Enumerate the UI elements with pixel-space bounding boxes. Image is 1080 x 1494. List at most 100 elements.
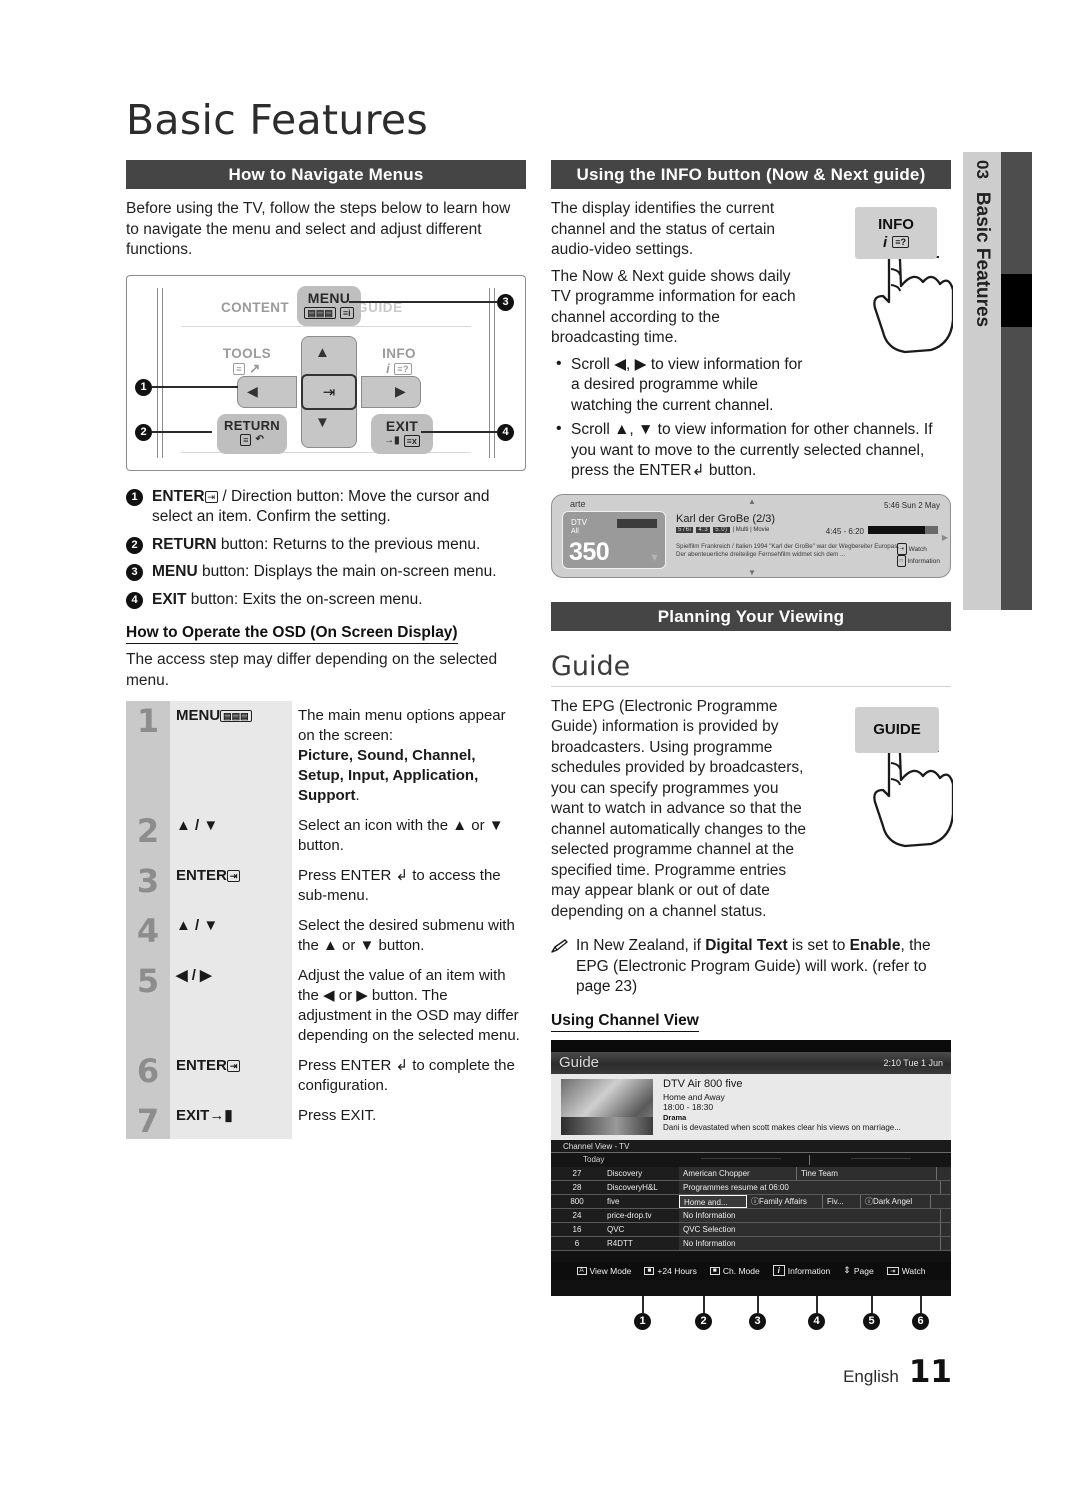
programme-cell[interactable]: Programmes resume at 06:00 (679, 1180, 941, 1194)
row-programmes: No Information (679, 1208, 951, 1223)
page-title: Basic Features (126, 96, 429, 144)
banner-right-arrow-icon: ▶ (941, 532, 948, 542)
key-list-number: 4 (126, 591, 143, 609)
return-list-icon: ≡ (240, 433, 252, 446)
banner-channel-bar (617, 518, 657, 528)
footer-key-label: Watch (901, 1265, 926, 1276)
footer-key-label: Page (853, 1265, 874, 1276)
navigate-menus-intro: Before using the TV, follow the steps be… (126, 200, 511, 258)
information-key-icon: i (772, 1265, 785, 1276)
table-row[interactable]: 16 QVC QVC Selection (551, 1222, 951, 1237)
step-desc: Select the desired submenu with the ▲ or… (292, 911, 526, 961)
footer-key-label: Information (787, 1265, 831, 1276)
step-desc-text: The main menu options appear on the scre… (298, 707, 506, 744)
footer-key-24-hours[interactable]: ■ +24 Hours (644, 1265, 697, 1276)
banner-key-watch: Watch (908, 545, 927, 553)
table-row: 6 ENTER ⇥ Press ENTER ↲ to complete the c… (126, 1051, 526, 1101)
footer-key-page[interactable]: ⇕ Page (843, 1265, 873, 1276)
programme-cell[interactable]: Tine Team (797, 1166, 937, 1180)
table-row[interactable]: 27 Discovery American Chopper Tine Team (551, 1166, 951, 1181)
list-item: Scroll ◀, ▶ to view information for a de… (551, 354, 813, 417)
programme-cell[interactable]: No Information (679, 1236, 941, 1250)
banner-tag: 4:3 (696, 526, 711, 533)
step-number: 7 (126, 1101, 170, 1139)
programme-cell[interactable]: No Information (679, 1208, 941, 1222)
dpad-left-arrow-icon: ◀ (247, 382, 258, 399)
dpad-enter-button[interactable]: ⇥ (301, 373, 357, 410)
chapter-number: 03 (973, 160, 992, 179)
guide-screenshot: Guide 2:10 Tue 1 Jun DTV Air 800 five Ho… (551, 1039, 951, 1296)
programme-cell[interactable]: Fiv... (823, 1194, 861, 1208)
list-item: Scroll ▲, ▼ to view information for othe… (551, 419, 951, 482)
guide-callouts: 1 2 3 4 5 6 (551, 1295, 951, 1336)
tools-arrow-icon: ↗ (249, 360, 261, 376)
info-button-hand-graphic: INFO i ≡? (813, 207, 955, 357)
table-row: 7 EXIT→▮ Press EXIT. (126, 1101, 526, 1139)
table-row[interactable]: 24 price-drop.tv No Information (551, 1208, 951, 1223)
footer-key-view-mode[interactable]: A View Mode (576, 1266, 631, 1276)
footer-key-information[interactable]: i Information (772, 1265, 831, 1276)
guide-button-hand-graphic: GUIDE (813, 706, 955, 857)
manual-page: Basic Features 03 Basic Features How to … (0, 0, 1080, 1494)
preview-synopsis: Dani is devastated when scott makes clea… (663, 1122, 901, 1132)
programme-cell[interactable]: ⓘFamily Affairs (747, 1194, 823, 1208)
guide-footer-keys: A View Mode ■ +24 Hours ■ Ch. Mode i Inf… (551, 1261, 951, 1280)
chapter-rail-active (1001, 274, 1032, 327)
row-channel-number: 24 (551, 1208, 603, 1223)
banner-channel-box: DTV All 350 ▼ (562, 510, 666, 569)
table-row: 3 ENTER ⇥ Press ENTER ↲ to access the sub… (126, 861, 526, 911)
info-paragraph-2: The Now & Next guide shows daily TV prog… (551, 267, 796, 347)
row-programmes: QVC Selection (679, 1222, 951, 1237)
programme-cell[interactable]: ⓘDark Angel (861, 1194, 931, 1208)
enter-glyph-icon: ⇥ (226, 870, 241, 882)
footer-key-ch-mode[interactable]: ■ Ch. Mode (709, 1266, 760, 1276)
enter-icon: ⇥ (322, 383, 336, 401)
remote-callout-2-number: 2 (135, 423, 152, 441)
info-i-icon: i (386, 360, 391, 376)
programme-cell-selected[interactable]: Home and... (679, 1194, 747, 1208)
dpad-right[interactable] (361, 375, 421, 408)
chapter-thumb-tab: 03 Basic Features (963, 152, 1001, 610)
footer-key-label: +24 Hours (657, 1265, 697, 1276)
footer-key-watch[interactable]: ⇥ Watch (886, 1265, 926, 1276)
table-row: 4 ▲ / ▼ Select the desired submenu with … (126, 911, 526, 961)
dpad-left[interactable] (237, 375, 297, 408)
list-item: 4 EXIT button: Exits the on-screen menu. (126, 590, 526, 611)
guide-callout-6: 6 (912, 1312, 929, 1330)
row-channel-name: R4DTT (603, 1236, 679, 1251)
guide-preview-info: DTV Air 800 five Home and Away 18:00 - 1… (663, 1078, 943, 1132)
dpad-up-arrow-icon: ▲ (315, 343, 330, 361)
programme-cell[interactable]: American Chopper (679, 1166, 797, 1180)
step-desc-bold: Picture, Sound, Channel, Setup, Input, A… (298, 747, 479, 804)
remote-tools-label: TOOLS ≡ ↗ (215, 346, 279, 377)
step-desc: Press ENTER ↲ to access the sub-menu. (292, 861, 526, 911)
row-channel-number: 6 (551, 1236, 603, 1251)
enter-glyph-icon: ⇥ (226, 1060, 241, 1072)
remote-callout-1: 1 (135, 378, 243, 396)
section-header-info-button: Using the INFO button (Now & Next guide) (551, 160, 951, 189)
table-row[interactable]: 6 R4DTT No Information (551, 1236, 951, 1251)
key-list-text: EXIT button: Exits the on-screen menu. (152, 590, 423, 608)
remote-divider-top (181, 325, 471, 327)
table-row[interactable]: 800 five Home and... ⓘFamily Affairs Fiv… (551, 1194, 951, 1209)
view-mode-key-icon: A (576, 1266, 587, 1275)
row-channel-number: 28 (551, 1180, 603, 1195)
guide-preview-thumbnail (561, 1078, 653, 1135)
table-row[interactable]: 28 DiscoveryH&L Programmes resume at 06:… (551, 1180, 951, 1195)
banner-progress-bar (868, 525, 938, 534)
dpad-right-arrow-icon: ▶ (395, 382, 406, 399)
step-key: EXIT→▮ (170, 1101, 292, 1139)
preview-genre: Drama (663, 1112, 687, 1122)
step-number: 1 (126, 701, 170, 811)
step-desc: Select an icon with the ▲ or ▼ button. (292, 811, 526, 861)
section-header-planning: Planning Your Viewing (551, 601, 951, 631)
pencil-icon (551, 939, 568, 953)
page-updown-icon: ⇕ (843, 1265, 851, 1275)
guide-callout-2: 2 (695, 1312, 712, 1330)
programme-cell[interactable]: QVC Selection (679, 1222, 941, 1236)
key-list-text: ENTER ⇥ / Direction button: Move the curs… (152, 487, 490, 526)
preview-time: 18:00 - 18:30 (663, 1101, 714, 1112)
step-key: ◀ / ▶ (170, 961, 292, 1051)
remote-return-button[interactable]: RETURN ≡ ↶ (217, 413, 287, 454)
guide-keycap: GUIDE (855, 706, 939, 753)
